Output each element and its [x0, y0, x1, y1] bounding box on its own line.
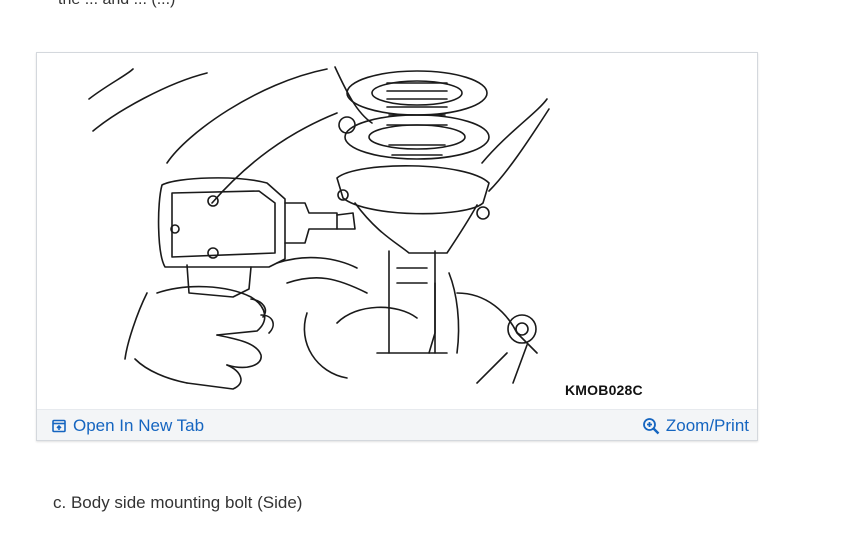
- open-in-new-tab-label: Open In New Tab: [73, 416, 205, 435]
- clipped-top-text: the ... and ... (...): [58, 0, 175, 9]
- figure-caption: c. Body side mounting bolt (Side): [53, 493, 303, 512]
- figure-code-label: KMOB028C: [565, 382, 643, 398]
- open-in-new-tab-link[interactable]: Open In New Tab: [51, 416, 204, 436]
- strut-removal-drawing: [88, 66, 550, 390]
- figure-illustration[interactable]: [37, 53, 757, 409]
- zoom-print-label: Zoom/Print: [665, 416, 749, 435]
- figure-toolbar: Open In New Tab Zoom/Print: [37, 409, 757, 440]
- open-new-tab-icon: [51, 418, 67, 434]
- figure-card: KMOB028C Open In New Tab Zoom/Print: [36, 52, 758, 441]
- zoom-print-link[interactable]: Zoom/Print: [642, 416, 749, 436]
- zoom-magnifier-icon: [642, 417, 660, 435]
